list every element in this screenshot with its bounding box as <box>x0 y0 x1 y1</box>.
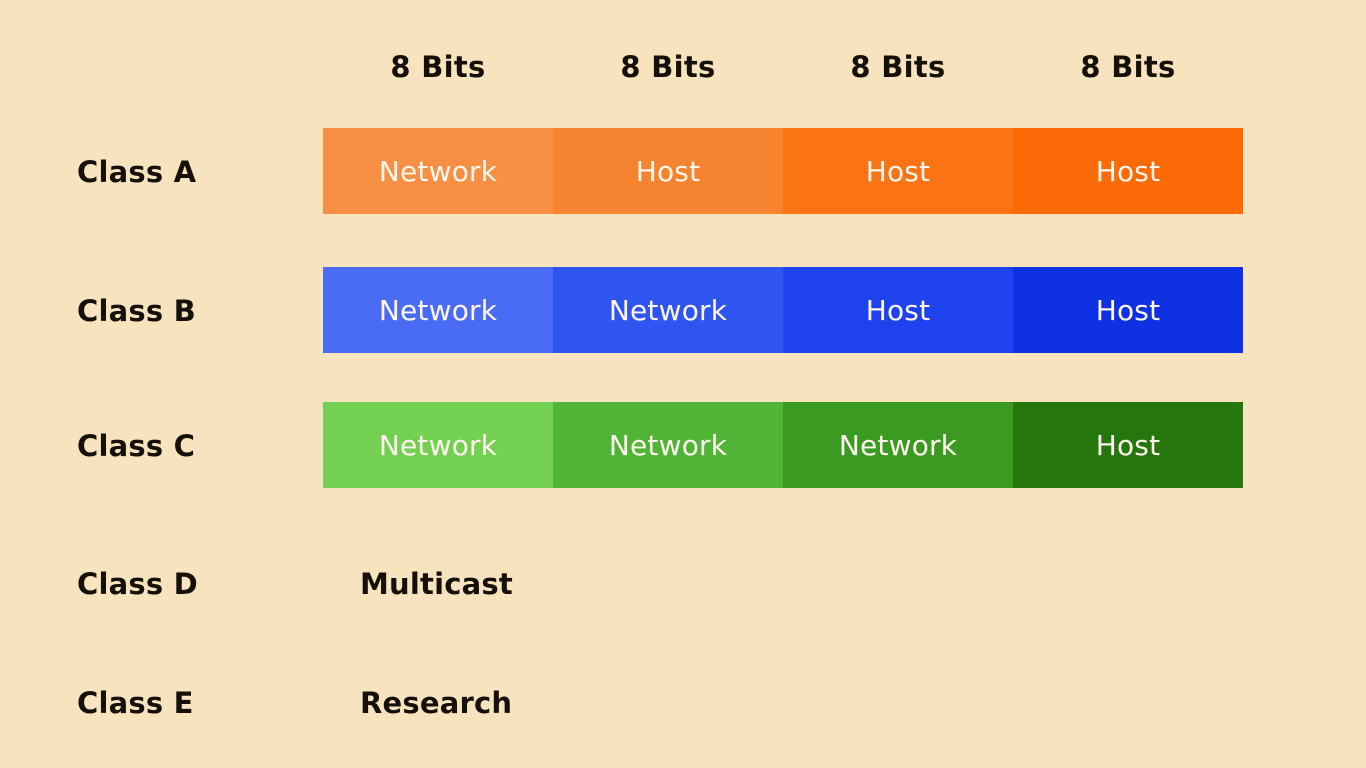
segment-label: Network <box>378 293 498 327</box>
bit-width-cell-1: 8 Bits <box>323 44 553 90</box>
class-c-segment-1: Network <box>323 402 553 488</box>
class-b-segment-4: Host <box>1013 267 1243 353</box>
bit-width-label: 8 Bits <box>390 50 486 84</box>
class-c-bar: Network Network Network Host <box>323 402 1243 488</box>
class-label-d: Class D <box>77 567 198 601</box>
bit-width-cell-2: 8 Bits <box>553 44 783 90</box>
segment-label: Network <box>378 428 498 462</box>
segment-label: Host <box>865 293 931 327</box>
class-a-segment-4: Host <box>1013 128 1243 214</box>
segment-label: Host <box>1095 293 1161 327</box>
class-label-b: Class B <box>77 294 196 328</box>
class-c-segment-4: Host <box>1013 402 1243 488</box>
segment-label: Host <box>635 154 701 188</box>
class-a-bar: Network Host Host Host <box>323 128 1243 214</box>
class-b-segment-2: Network <box>553 267 783 353</box>
class-a-segment-2: Host <box>553 128 783 214</box>
class-label-e: Class E <box>77 686 194 720</box>
class-a-segment-3: Host <box>783 128 1013 214</box>
bit-width-cell-4: 8 Bits <box>1013 44 1243 90</box>
class-b-bar: Network Network Host Host <box>323 267 1243 353</box>
class-b-segment-3: Host <box>783 267 1013 353</box>
bit-width-cell-3: 8 Bits <box>783 44 1013 90</box>
class-a-segment-1: Network <box>323 128 553 214</box>
diagram-canvas: 8 Bits 8 Bits 8 Bits 8 Bits Class A Clas… <box>0 0 1366 768</box>
segment-label: Network <box>378 154 498 188</box>
segment-label: Host <box>1095 154 1161 188</box>
class-b-segment-1: Network <box>323 267 553 353</box>
segment-label: Network <box>838 428 958 462</box>
segment-label: Network <box>608 293 728 327</box>
class-label-a: Class A <box>77 155 197 189</box>
class-d-value: Multicast <box>360 567 513 601</box>
segment-label: Host <box>865 154 931 188</box>
bit-width-label: 8 Bits <box>850 50 946 84</box>
segment-label: Host <box>1095 428 1161 462</box>
class-c-segment-2: Network <box>553 402 783 488</box>
class-e-value: Research <box>360 686 513 720</box>
bit-width-header-row: 8 Bits 8 Bits 8 Bits 8 Bits <box>323 44 1243 90</box>
class-c-segment-3: Network <box>783 402 1013 488</box>
bit-width-label: 8 Bits <box>620 50 716 84</box>
segment-label: Network <box>608 428 728 462</box>
bit-width-label: 8 Bits <box>1080 50 1176 84</box>
class-label-c: Class C <box>77 429 196 463</box>
